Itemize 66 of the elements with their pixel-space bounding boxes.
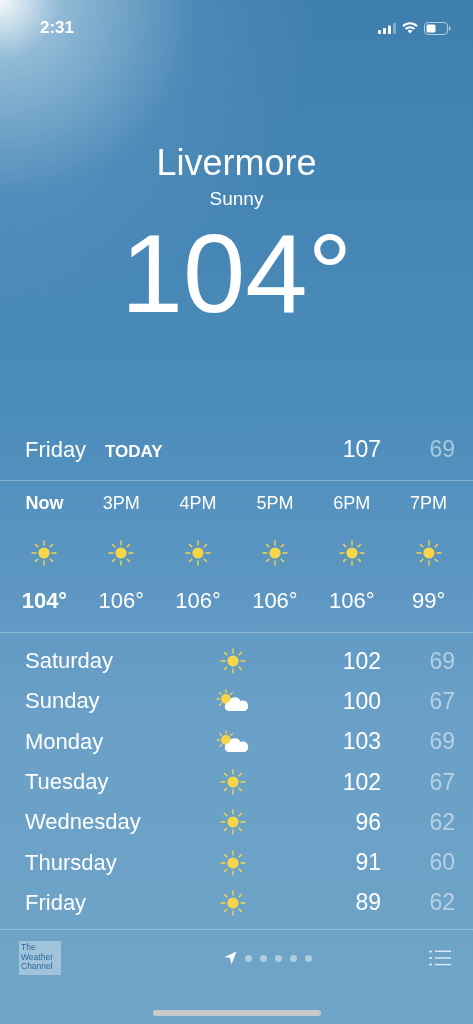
sun-icon (220, 648, 246, 675)
day-name: Thursday (25, 849, 118, 876)
hour-label: 6PM (333, 493, 371, 515)
sun-icon (185, 540, 212, 566)
high-temperature: 102 (341, 647, 381, 675)
high-temperature: 103 (341, 728, 381, 756)
page-dot[interactable] (304, 954, 312, 962)
sun-icon (220, 809, 246, 836)
low-temperature: 69 (428, 647, 455, 675)
sun-icon (415, 540, 442, 566)
high-temperature: 89 (354, 889, 381, 917)
high-temperature: 102 (341, 768, 381, 796)
page-dot[interactable] (274, 954, 282, 962)
hour-label: 7PM (410, 493, 448, 515)
signal-icon (378, 22, 396, 34)
hour-temperature: 106° (252, 588, 298, 614)
high-temperature: 100 (341, 687, 381, 715)
hour-temperature: 106° (98, 588, 144, 614)
sun-cloud-icon (216, 689, 250, 714)
sun-icon (220, 769, 246, 796)
current-temperature: 104° (120, 214, 353, 334)
page-dot[interactable] (259, 954, 267, 962)
hour-label: 5PM (256, 493, 294, 515)
high-temperature: 91 (354, 849, 381, 877)
sun-icon (338, 540, 365, 566)
sun-icon (220, 849, 246, 876)
weather-channel-logo[interactable]: The Weather Channel (19, 941, 61, 976)
hour-temperature: 106° (328, 588, 375, 614)
hour-temperature: 104° (21, 588, 68, 614)
hour-temperature: 106° (175, 588, 221, 614)
hour-label: 4PM (179, 493, 217, 515)
today-label: TODAY (105, 442, 164, 462)
high-temperature: 107 (341, 436, 381, 463)
page-dot[interactable] (244, 954, 252, 962)
sun-icon (261, 540, 288, 566)
high-temperature: 96 (354, 808, 381, 836)
day-name: Sunday (25, 688, 101, 715)
day-name: Friday (25, 437, 88, 463)
day-name: Monday (25, 728, 105, 755)
low-temperature: 69 (428, 728, 455, 756)
low-temperature: 60 (428, 849, 455, 877)
day-name: Saturday (25, 648, 115, 675)
wifi-icon (402, 22, 418, 34)
low-temperature: 67 (428, 768, 455, 796)
low-temperature: 69 (428, 436, 455, 463)
sun-cloud-icon (216, 729, 250, 754)
weather-condition: Sunny (209, 188, 264, 210)
low-temperature: 62 (428, 889, 455, 917)
low-temperature: 67 (428, 687, 455, 715)
hour-label: 3PM (102, 493, 140, 515)
city-name: Livermore (156, 142, 317, 184)
home-indicator[interactable] (152, 1010, 321, 1017)
page-dot[interactable] (289, 954, 297, 962)
day-name: Friday (25, 889, 88, 916)
sun-icon (220, 889, 246, 916)
sun-icon (108, 540, 135, 566)
hour-label: Now (25, 493, 64, 515)
hour-temperature: 99° (411, 588, 446, 614)
list-icon[interactable] (429, 950, 451, 967)
sun-icon (31, 540, 58, 566)
low-temperature: 62 (428, 808, 455, 836)
day-name: Wednesday (25, 809, 142, 836)
status-time: 2:31 (40, 18, 75, 38)
day-name: Tuesday (25, 769, 110, 796)
battery-icon (424, 21, 451, 35)
location-arrow-icon[interactable] (223, 951, 237, 966)
